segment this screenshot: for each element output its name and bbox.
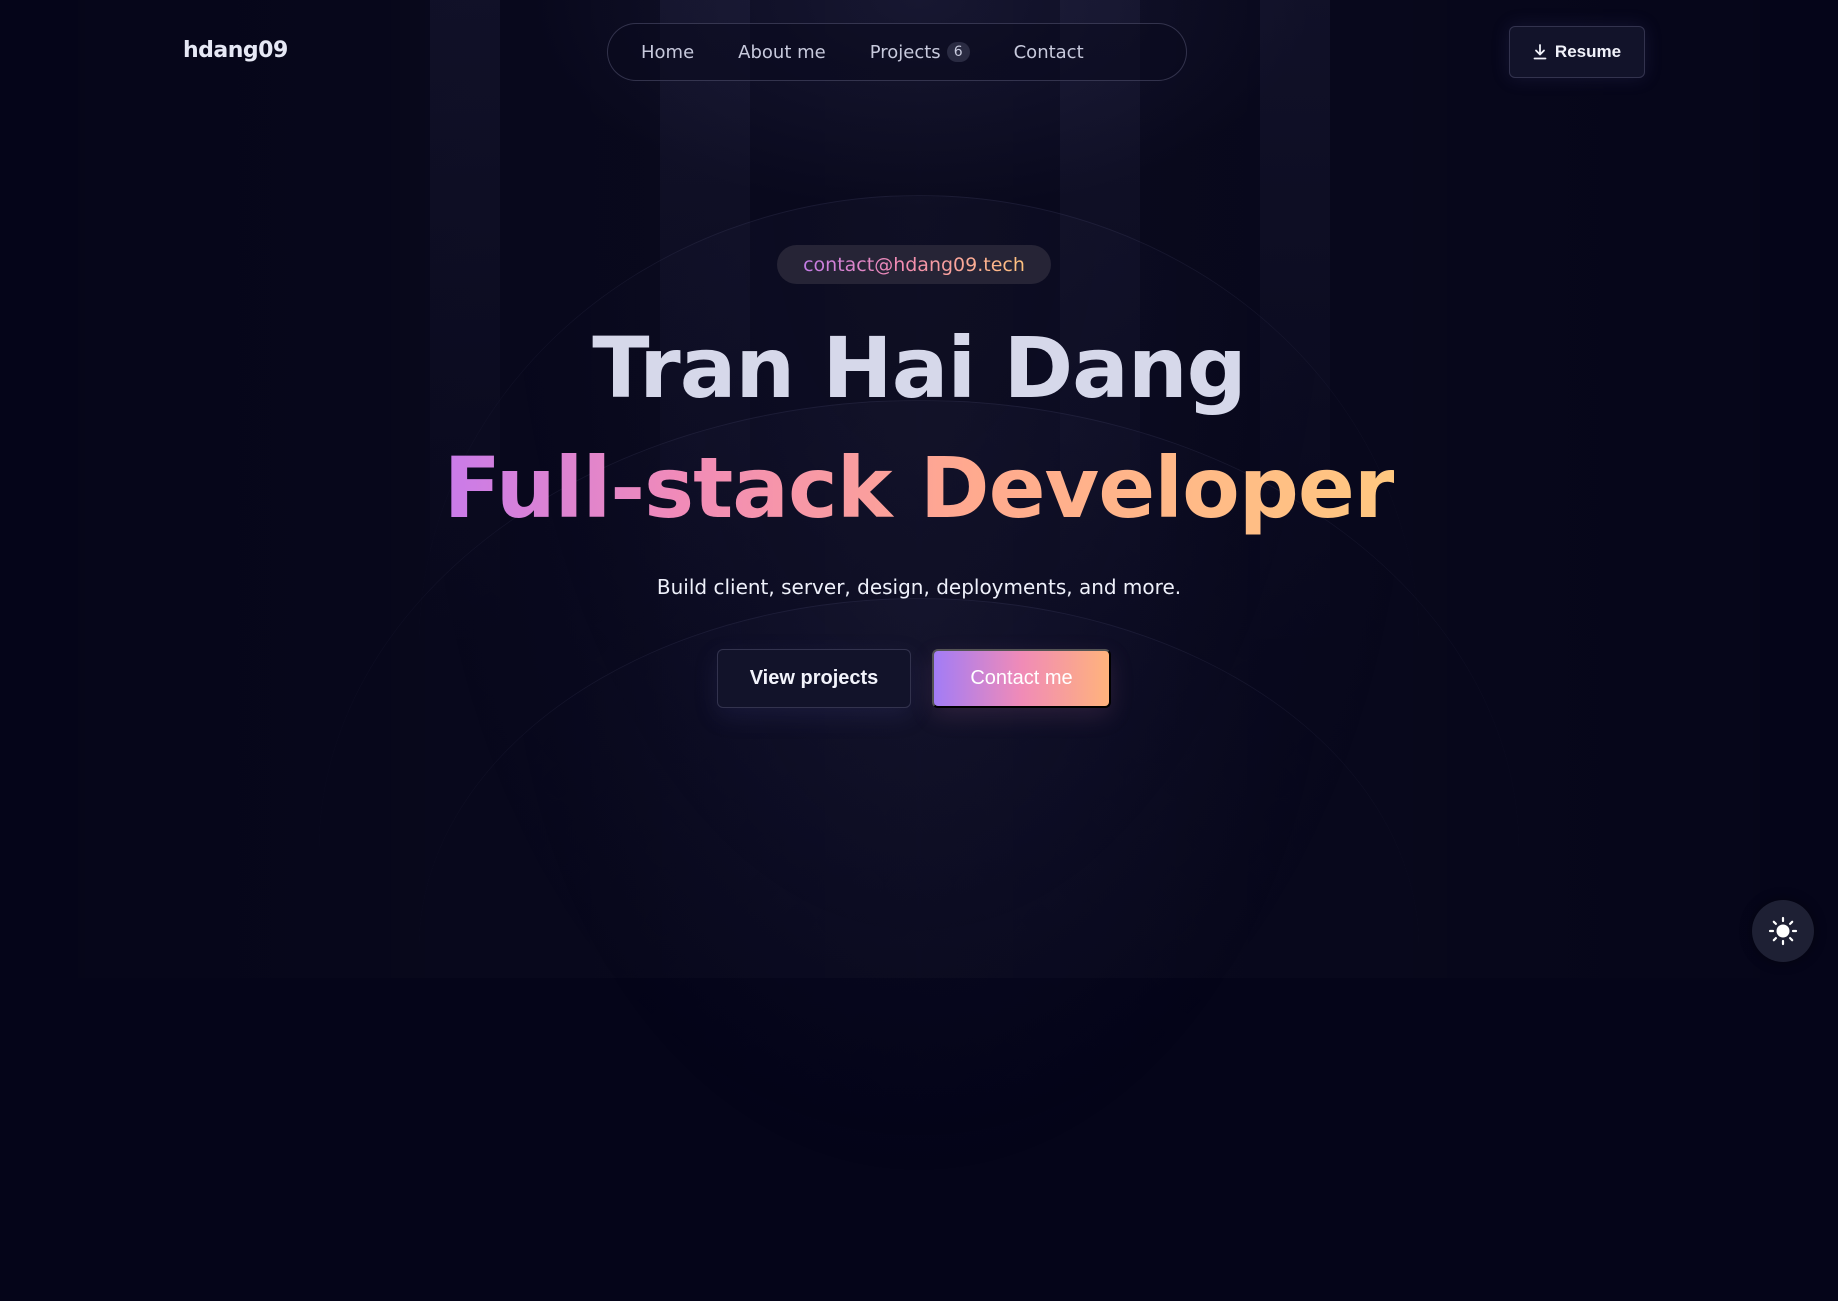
- contact-me-label: Contact me: [970, 667, 1073, 689]
- email-badge[interactable]: contact@hdang09.tech: [777, 245, 1051, 284]
- view-projects-label: View projects: [749, 667, 879, 689]
- nav-home-label: Home: [641, 41, 695, 63]
- nav-about[interactable]: About me: [738, 42, 826, 63]
- nav-contact-label: Contact: [1013, 41, 1084, 63]
- nav-projects-label: Projects: [869, 41, 941, 63]
- nav-contact[interactable]: Contact: [1014, 42, 1084, 63]
- main-nav: Home About me Projects 6 Contact: [607, 23, 1187, 81]
- theme-toggle-button[interactable]: [1752, 900, 1814, 962]
- resume-button[interactable]: Resume: [1509, 26, 1645, 78]
- nav-home[interactable]: Home: [641, 42, 694, 63]
- nav-projects[interactable]: Projects 6: [870, 42, 970, 63]
- hero-tagline: Build client, server, design, deployment…: [656, 575, 1182, 599]
- resume-label: Resume: [1554, 42, 1622, 61]
- hero-role-text: Full-stack Developer: [443, 439, 1396, 537]
- sun-icon: [1768, 916, 1798, 946]
- hero-name: Tran Hai Dang: [592, 319, 1247, 417]
- site-logo[interactable]: hdang09: [183, 38, 288, 63]
- view-projects-button[interactable]: View projects: [717, 649, 911, 708]
- decorative-arc: [419, 598, 1419, 1299]
- projects-count-badge: 6: [946, 42, 970, 62]
- email-text: contact@hdang09.tech: [803, 253, 1025, 276]
- hero-role: Full-stack Developer: [0, 434, 1838, 542]
- nav-about-label: About me: [738, 41, 826, 63]
- download-icon: [1533, 44, 1547, 60]
- contact-me-button[interactable]: Contact me: [932, 649, 1111, 708]
